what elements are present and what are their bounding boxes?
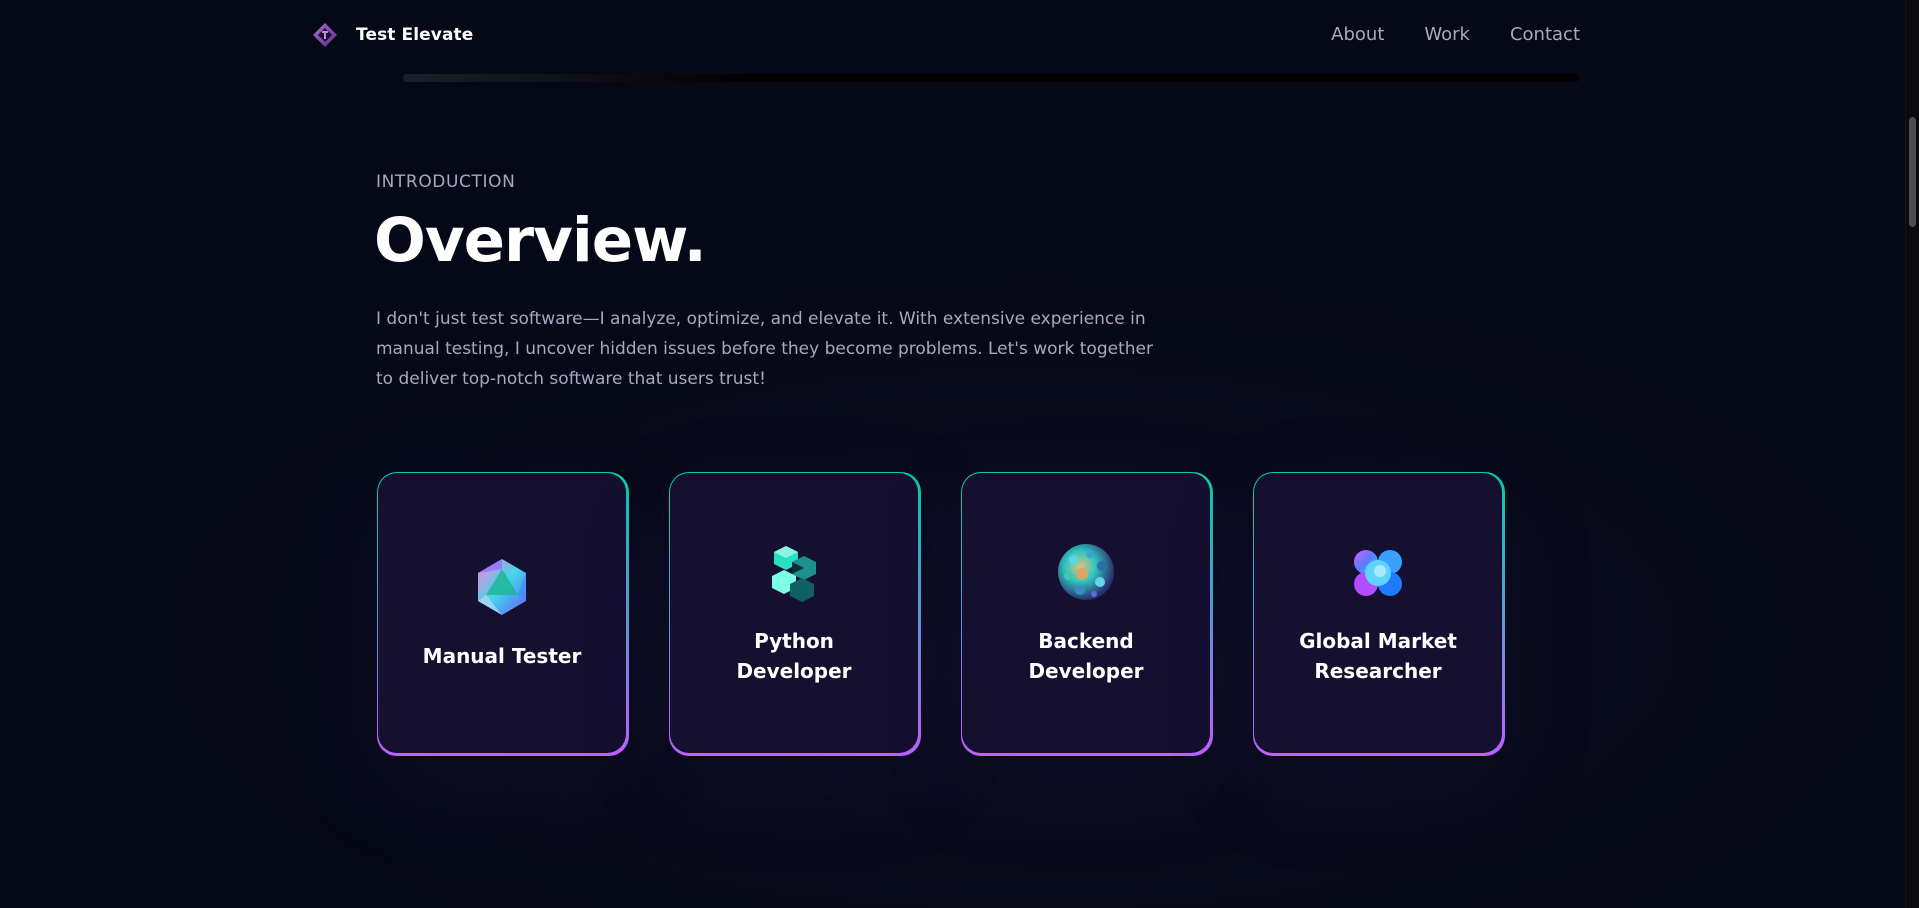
scrollbar[interactable] [1905, 0, 1919, 908]
service-card: Backend Developer [961, 472, 1213, 756]
service-card-body: Backend Developer [962, 473, 1210, 753]
service-card-title: Manual Tester [422, 644, 582, 668]
service-card-body: Manual Tester [378, 473, 626, 753]
service-card-title: Global Market Researcher [1299, 629, 1457, 683]
nav-link-contact[interactable]: Contact [1510, 24, 1580, 45]
nav-link-about[interactable]: About [1331, 24, 1384, 45]
blob-cross-icon [1354, 550, 1402, 596]
service-card-title: Python Developer [736, 629, 852, 683]
nav-divider [403, 74, 1579, 82]
diamond-logo-icon [313, 23, 337, 47]
page: Test Elevate About Work Contact Introduc… [0, 0, 1919, 908]
service-card: Global Market Researcher [1253, 472, 1505, 756]
service-card-title: Backend Developer [1028, 629, 1144, 683]
nav-links: About Work Contact [1331, 24, 1580, 45]
scrollbar-thumb[interactable] [1909, 117, 1916, 227]
service-card: Manual Tester [377, 472, 629, 756]
service-cards: Manual Tester Python Developer Backend D… [377, 472, 1505, 756]
brand-name: Test Elevate [356, 25, 474, 45]
service-card-body: Global Market Researcher [1254, 473, 1502, 753]
cube-cluster-icon [772, 546, 816, 602]
section-label: Introduction [376, 172, 516, 192]
overview-text: I don't just test software—I analyze, op… [376, 309, 1153, 389]
sphere-icon [1058, 544, 1114, 600]
icosahedron-icon [478, 559, 526, 615]
navbar: Test Elevate About Work Contact [0, 0, 1906, 74]
brand-link[interactable]: Test Elevate [312, 22, 473, 48]
nav-link-work[interactable]: Work [1424, 24, 1470, 45]
service-card-body: Python Developer [670, 473, 918, 753]
section-title: Overview. [374, 205, 707, 276]
service-card: Python Developer [669, 472, 921, 756]
